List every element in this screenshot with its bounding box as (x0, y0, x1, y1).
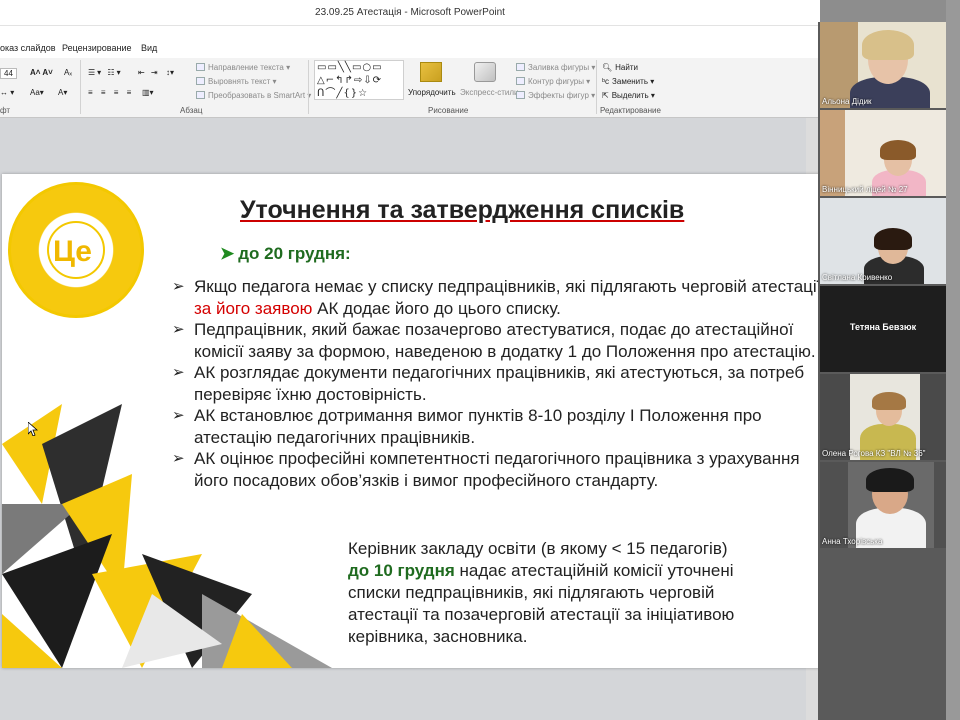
deadline-heading: ➤ до 20 грудня: (220, 244, 351, 263)
arrow-bullet-icon: ➢ (172, 321, 185, 338)
bullets-icon[interactable]: ☰▾ ☷▾ (88, 68, 123, 77)
participant-tile[interactable]: Олена Рогова КЗ "ВЛ № 36" (820, 374, 946, 460)
shape-effects-button[interactable]: Эффекты фигур ▾ (516, 91, 595, 100)
tab-view[interactable]: Вид (141, 43, 157, 53)
arrow-bullet-icon: ➢ (172, 278, 185, 295)
find-button[interactable]: 🔍︎ Найти (602, 63, 638, 72)
replace-button[interactable]: ᵇc Заменить ▾ (602, 77, 654, 86)
paragraph-group-label: Абзац (180, 106, 203, 115)
separator (80, 60, 81, 114)
quick-styles-icon[interactable] (474, 62, 496, 82)
arrow-bullet-icon: ➢ (172, 407, 185, 424)
clear-format-icon[interactable]: Aₓ (64, 68, 72, 77)
participant-name: Тетяна Бевзюк (849, 322, 917, 332)
participants-panel: Альона Дідик Вінницький ліцей № 27 Світл… (818, 22, 946, 720)
participant-name: Світлана Кривенко (822, 273, 893, 282)
ribbon-tabs: оказ слайдов Рецензирование Вид (0, 26, 820, 58)
text-direction-button[interactable]: Направление текста ▾ (196, 63, 290, 72)
logo: Це (8, 182, 144, 318)
list-item: ➢ АК встановлює дотримання вимог пунктів… (172, 406, 762, 447)
arrange-button[interactable]: Упорядочить (408, 88, 456, 97)
align-text-button[interactable]: Выровнять текст ▾ (196, 77, 277, 86)
arrow-bullet-icon: ➢ (172, 450, 185, 467)
select-button[interactable]: ⇱ Выделить ▾ (602, 91, 655, 100)
tab-review[interactable]: Рецензирование (62, 43, 132, 53)
list-item: ➢ Педпрацівник, який бажає позачергово а… (172, 320, 816, 361)
indent-icon[interactable]: ⇤ ⇥ (138, 68, 160, 77)
screen: 23.09.25 Атестація - Microsoft PowerPoin… (0, 0, 960, 720)
drawing-group-label: Рисование (428, 106, 469, 115)
editing-group-label: Редактирование (600, 106, 661, 115)
line-spacing-icon[interactable]: ↕▾ (166, 68, 174, 77)
font-group-label: фт (0, 106, 11, 115)
arrow-bullet-icon: ➢ (172, 364, 185, 381)
participant-name: Альона Дідик (822, 97, 872, 106)
slide: Це Уточнення та затвердження списків ➤ до… (2, 174, 848, 668)
participant-name: Анна Тхорівська (822, 537, 883, 546)
shape-fill-button[interactable]: Заливка фигуры ▾ (516, 63, 595, 72)
participant-tile[interactable]: Вінницький ліцей № 27 (820, 110, 946, 196)
logo-text: Це (53, 235, 92, 268)
head-of-school-note: Керівник закладу освіти (в якому < 15 пе… (348, 539, 735, 646)
participant-name: Вінницький ліцей № 27 (822, 185, 908, 194)
separator (596, 60, 597, 114)
participant-tile[interactable]: Альона Дідик (820, 22, 946, 108)
arrange-icon[interactable] (420, 62, 442, 82)
participant-name: Олена Рогова КЗ "ВЛ № 36" (822, 449, 926, 458)
list-item: ➢ АК розглядає документи педагогічних пр… (172, 363, 805, 404)
quick-styles-button[interactable]: Экспресс-стили (460, 88, 519, 97)
shape-outline-button[interactable]: Контур фигуры ▾ (516, 77, 590, 86)
participant-tile[interactable]: Анна Тхорівська (820, 462, 946, 548)
separator (308, 60, 309, 114)
grow-font-icon[interactable]: A˄ A˅ (30, 68, 53, 77)
font-color-icon[interactable]: A▾ (58, 88, 67, 97)
shapes-gallery[interactable]: ▭▭╲╲▭○▭ △⌐↰↱⇨⇩⟳ ᑎ⌒╱{}☆ (314, 60, 404, 100)
bullet-list: ➢ Якщо педагога немає у списку педпраців… (170, 276, 830, 491)
align-icons[interactable]: ≡ ≡ ≡ ≡ (88, 88, 134, 97)
arrow-bullet-icon: ➤ (220, 244, 235, 263)
list-item: ➢ АК оцінює професійні компетентності пе… (172, 449, 800, 490)
ribbon: 44 A˄ A˅ ↔ ▾ Aa▾ A▾ Aₓ фт ☰▾ ☷▾ ⇤ ⇥ ↕▾ ≡… (0, 58, 820, 118)
participant-tile[interactable]: Світлана Кривенко (820, 198, 946, 284)
font-size-box[interactable]: 44 (0, 68, 17, 79)
smartart-button[interactable]: Преобразовать в SmartArt ▾ (196, 91, 311, 100)
tab-slideshow[interactable]: оказ слайдов (0, 43, 56, 53)
columns-icon[interactable]: ▥▾ (142, 88, 154, 97)
title-bar: 23.09.25 Атестація - Microsoft PowerPoin… (0, 0, 820, 26)
change-case-icon[interactable]: Aa▾ (30, 88, 44, 97)
slide-title: Уточнення та затвердження списків (240, 196, 685, 224)
scrollbar[interactable] (946, 0, 960, 720)
list-item: ➢ Якщо педагога немає у списку педпраців… (172, 277, 827, 318)
mouse-cursor-icon (28, 422, 38, 436)
char-spacing-icon[interactable]: ↔ ▾ (0, 88, 14, 97)
window-title: 23.09.25 Атестація - Microsoft PowerPoin… (315, 7, 505, 18)
participant-tile[interactable]: Тетяна Бевзюк (820, 286, 946, 372)
